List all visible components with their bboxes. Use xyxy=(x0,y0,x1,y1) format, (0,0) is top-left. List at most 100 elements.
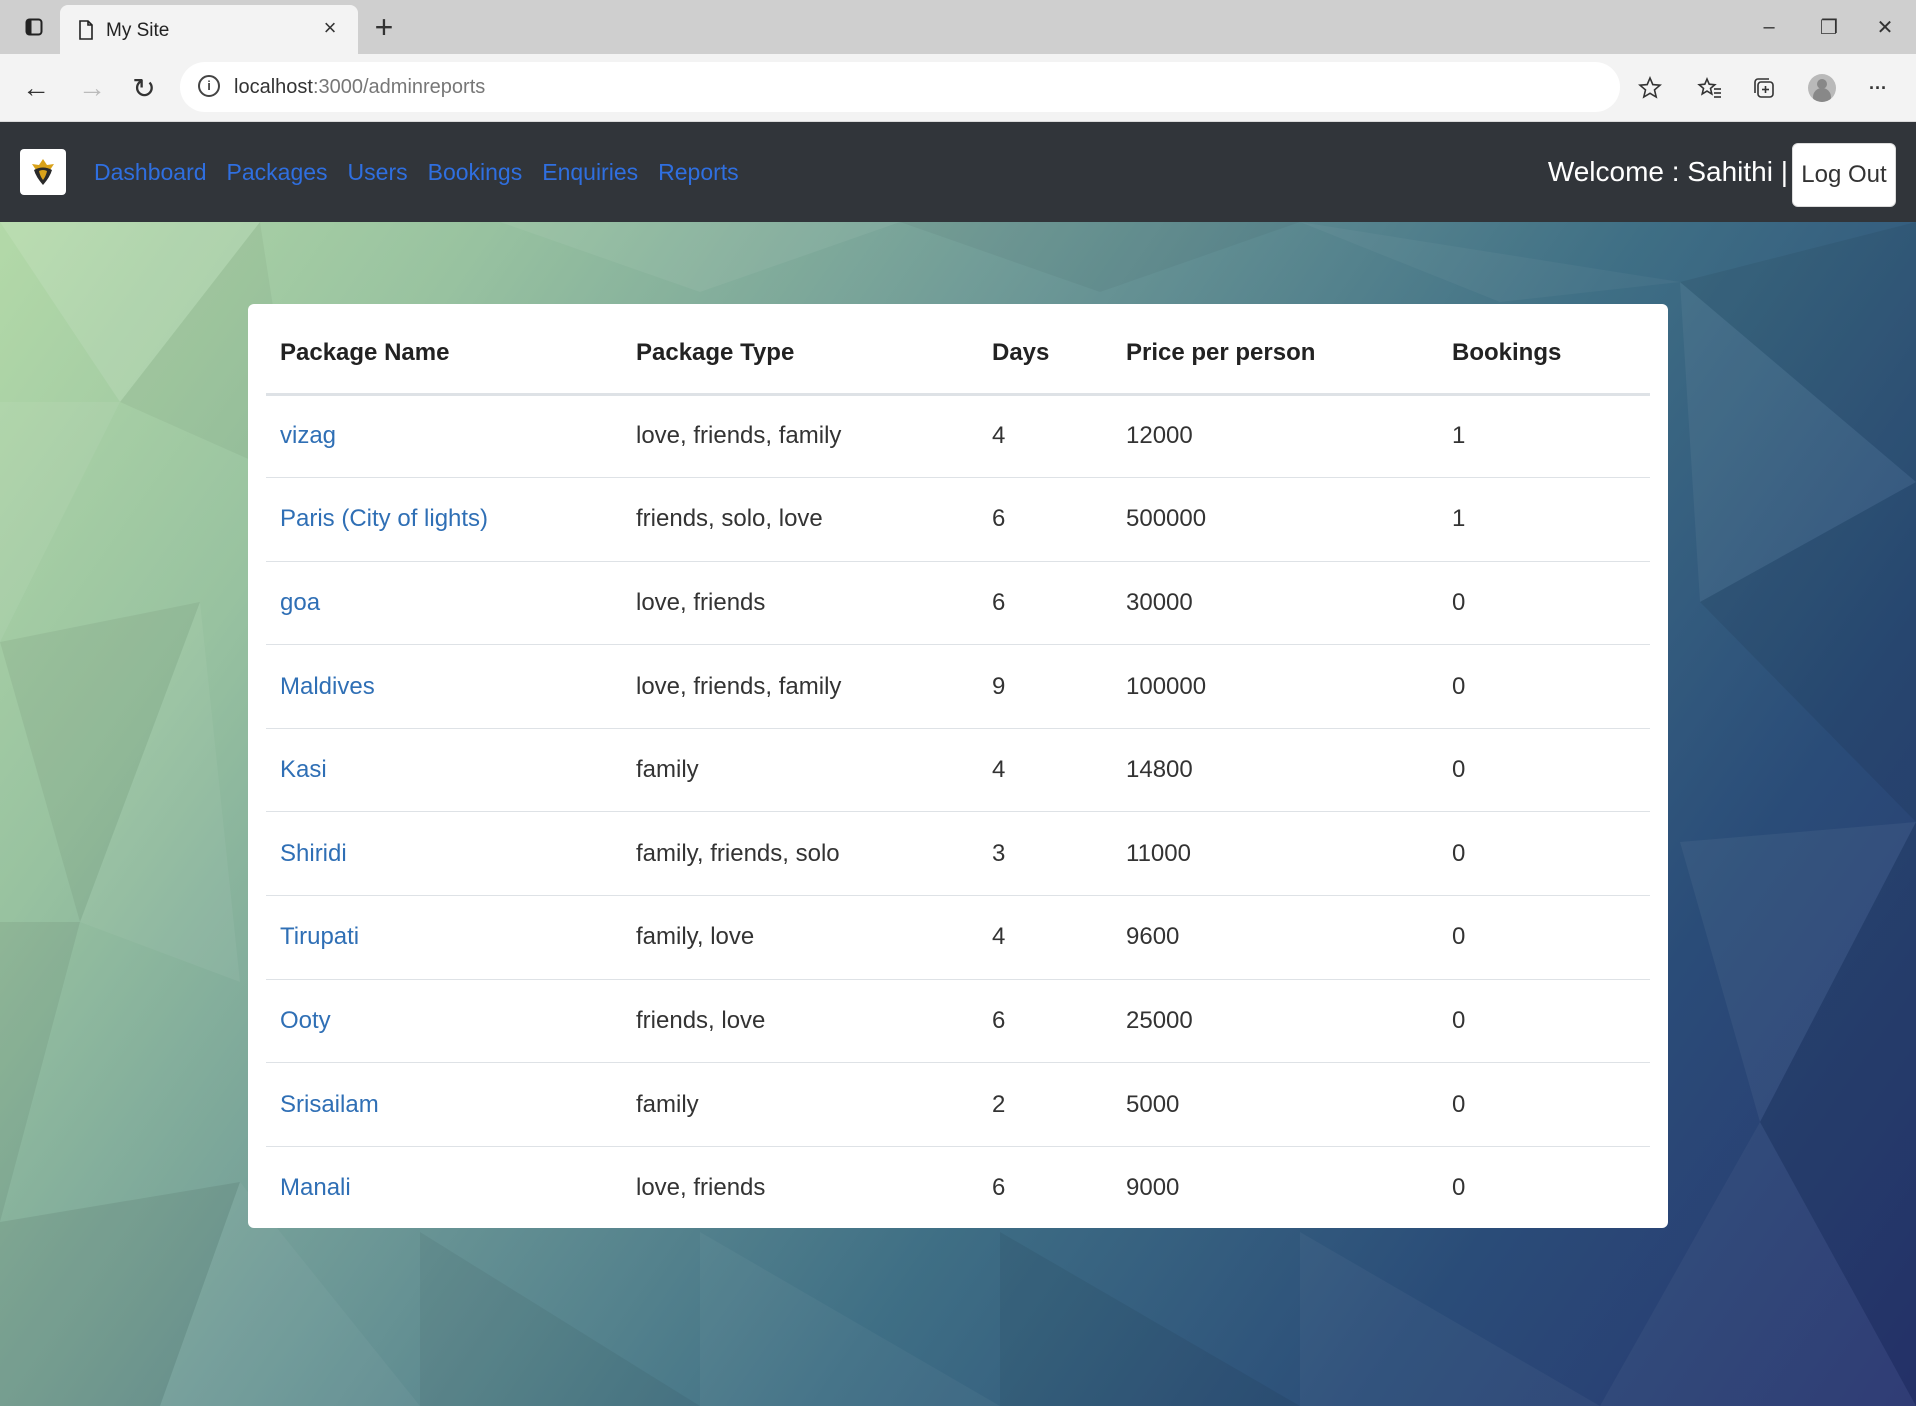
refresh-icon[interactable]: ↻ xyxy=(124,68,164,108)
favorites-icon[interactable] xyxy=(1690,68,1730,108)
browser-tab[interactable]: My Site × xyxy=(60,5,358,54)
tab-actions-icon[interactable] xyxy=(14,12,54,42)
package-link[interactable]: Tirupati xyxy=(280,923,359,950)
more-icon[interactable]: ··· xyxy=(1858,68,1898,108)
browser-address-bar: ← → ↻ i localhost:3000/adminreports ··· xyxy=(0,54,1916,122)
package-link[interactable]: Shiridi xyxy=(280,840,347,867)
nav-link-users[interactable]: Users xyxy=(348,159,408,186)
table-row: Kasi family 4 14800 0 xyxy=(266,727,1650,812)
cell-days: 4 xyxy=(978,727,1112,812)
cell-days: 3 xyxy=(978,811,1112,896)
cell-bookings: 1 xyxy=(1452,422,1466,450)
header-price-per-person: Price per person xyxy=(1112,314,1438,396)
cell-package-type: family xyxy=(622,1062,978,1147)
site-logo[interactable] xyxy=(20,149,66,195)
cell-price: 14800 xyxy=(1112,727,1438,812)
back-icon[interactable]: ← xyxy=(16,68,56,108)
package-link[interactable]: Paris (City of lights) xyxy=(280,505,488,532)
favorite-add-icon[interactable] xyxy=(1630,68,1670,108)
package-link[interactable]: Maldives xyxy=(280,673,375,700)
cell-days: 6 xyxy=(978,560,1112,645)
url-text: localhost:3000/adminreports xyxy=(234,76,485,99)
package-link[interactable]: Kasi xyxy=(280,756,327,783)
nav-link-enquiries[interactable]: Enquiries xyxy=(542,159,638,186)
cell-days: 9 xyxy=(978,644,1112,729)
cell-days: 6 xyxy=(978,477,1112,562)
url-field[interactable]: i localhost:3000/adminreports xyxy=(180,62,1620,112)
cell-bookings: 0 xyxy=(1438,1062,1650,1147)
header-package-name: Package Name xyxy=(266,314,622,396)
package-link[interactable]: vizag xyxy=(280,422,336,449)
table-row: Ooty friends, love 6 25000 0 xyxy=(266,978,1650,1063)
table-row: Srisailam family 2 5000 0 xyxy=(266,1062,1650,1147)
cell-bookings: 0 xyxy=(1438,560,1650,645)
cell-package-name: Paris (City of lights) xyxy=(266,477,622,562)
cell-package-type: love, friends, family xyxy=(636,422,842,450)
info-icon[interactable]: i xyxy=(198,75,220,97)
logout-button[interactable]: Log Out xyxy=(1792,143,1896,207)
packages-report-table: Package Name Package Type Days Price per… xyxy=(266,314,1650,1230)
cell-price: 11000 xyxy=(1112,811,1438,896)
nav-link-reports[interactable]: Reports xyxy=(658,159,739,186)
table-row: Maldives love, friends, family 9 100000 … xyxy=(266,644,1650,729)
cell-bookings: 0 xyxy=(1438,978,1650,1063)
cell-bookings: 0 xyxy=(1438,895,1650,980)
cell-days: 6 xyxy=(978,978,1112,1063)
url-path: :3000/adminreports xyxy=(312,76,486,98)
reports-table-card: Package Name Package Type Days Price per… xyxy=(248,304,1668,1230)
cell-package-name: vizag xyxy=(266,394,622,478)
tab-close-icon[interactable]: × xyxy=(316,15,344,41)
package-link[interactable]: Srisailam xyxy=(280,1091,379,1118)
table-row: Manali love, friends 6 9000 0 xyxy=(266,1145,1650,1230)
package-link[interactable]: Ooty xyxy=(280,1007,331,1034)
forward-icon[interactable]: → xyxy=(72,68,112,108)
cell-package-type: love, friends xyxy=(622,560,978,645)
table-row: Tirupati family, love 4 9600 0 xyxy=(266,895,1650,980)
cell-package-type: family, friends, solo xyxy=(622,811,978,896)
cell-price: 9600 xyxy=(1112,895,1438,980)
cell-package-name: Srisailam xyxy=(266,1062,622,1147)
cell-package-type: love, friends, family xyxy=(622,644,978,729)
package-link[interactable]: Manali xyxy=(280,1174,351,1201)
new-tab-button[interactable]: + xyxy=(366,8,402,46)
cell-package-name: goa xyxy=(266,560,622,645)
cell-package-name: Shiridi xyxy=(266,811,622,896)
cell-package-type: family xyxy=(622,727,978,812)
table-row: Paris (City of lights) friends, solo, lo… xyxy=(266,477,1650,562)
cell-bookings: 0 xyxy=(1438,644,1650,729)
site-navbar: Dashboard Packages Users Bookings Enquir… xyxy=(0,122,1916,222)
cell-package-name: Maldives xyxy=(266,644,622,729)
table-row: vizag love, friends, family 4 12000 1 xyxy=(266,394,1650,478)
browser-tab-strip: My Site × + – ❐ ✕ xyxy=(0,0,1916,54)
page-icon xyxy=(78,20,94,45)
cell-package-name: Tirupati xyxy=(266,895,622,980)
cell-bookings: 0 xyxy=(1438,1145,1650,1230)
collections-icon[interactable] xyxy=(1744,68,1784,108)
nav-link-bookings[interactable]: Bookings xyxy=(428,159,523,186)
cell-price: 12000 xyxy=(1126,422,1193,450)
cell-days: 6 xyxy=(978,1145,1112,1230)
cell-package-type: family, love xyxy=(622,895,978,980)
table-row: goa love, friends 6 30000 0 xyxy=(266,560,1650,645)
cell-package-name: Kasi xyxy=(266,727,622,812)
url-host: localhost xyxy=(234,76,313,98)
cell-price: 25000 xyxy=(1112,978,1438,1063)
cell-bookings: 1 xyxy=(1438,477,1650,562)
restore-icon[interactable]: ❐ xyxy=(1806,10,1852,44)
header-bookings: Bookings xyxy=(1438,314,1650,396)
package-link[interactable]: goa xyxy=(280,589,320,616)
minimize-icon[interactable]: – xyxy=(1746,10,1792,44)
cell-package-type: friends, love xyxy=(622,978,978,1063)
cell-price: 30000 xyxy=(1112,560,1438,645)
nav-link-packages[interactable]: Packages xyxy=(227,159,328,186)
nav-link-dashboard[interactable]: Dashboard xyxy=(94,159,207,186)
table-header-row: Package Name Package Type Days Price per… xyxy=(266,314,1650,396)
cell-days: 4 xyxy=(978,895,1112,980)
avatar xyxy=(1808,74,1836,102)
cell-price: 500000 xyxy=(1112,477,1438,562)
profile-icon[interactable] xyxy=(1802,68,1842,108)
cell-bookings: 0 xyxy=(1438,811,1650,896)
welcome-text: Welcome : Sahithi | xyxy=(1547,156,1788,187)
cell-price: 5000 xyxy=(1112,1062,1438,1147)
close-window-icon[interactable]: ✕ xyxy=(1862,10,1908,44)
